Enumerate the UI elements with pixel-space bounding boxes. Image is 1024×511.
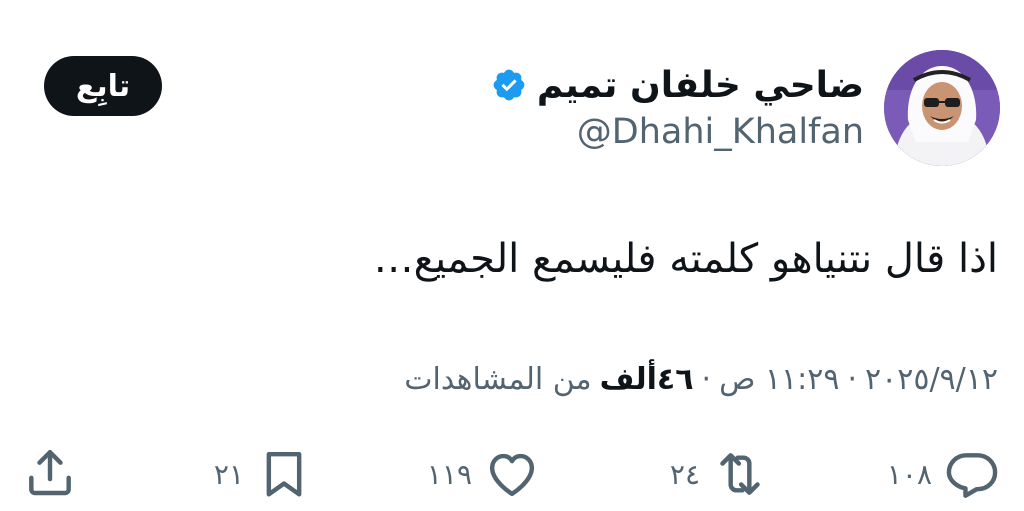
retweet-count: ٢٤ — [669, 457, 700, 491]
tweet-text: اذا قال نتنياهو كلمته فليسمع الجميع… — [373, 236, 998, 282]
tweet-card: ضاحي خلفان تميم @Dhahi_Khalfan تابِع اذا… — [0, 0, 1024, 511]
meta-separator: · — [847, 362, 857, 397]
reply-button[interactable]: ١٠٨ — [887, 446, 1000, 502]
bookmark-button[interactable]: ٢١ — [214, 446, 312, 502]
share-button[interactable] — [22, 444, 78, 500]
tweet-time[interactable]: ١١:٢٩ ص — [719, 362, 839, 397]
views-label: من المشاهدات — [404, 362, 592, 397]
avatar-image — [884, 50, 1000, 166]
retweet-icon — [712, 446, 768, 502]
verified-badge-icon — [491, 67, 527, 103]
reply-icon — [944, 446, 1000, 502]
avatar[interactable] — [884, 50, 1000, 166]
author-handle[interactable]: @Dhahi_Khalfan — [577, 112, 864, 152]
like-button[interactable]: ١١٩ — [427, 446, 540, 502]
bookmark-count: ٢١ — [213, 457, 244, 491]
tweet-meta: ٢٠٢٥/٩/١٢ · ١١:٢٩ ص · ٤٦ألف من المشاهدات — [404, 362, 998, 397]
reply-count: ١٠٨ — [886, 457, 932, 491]
author-display-name[interactable]: ضاحي خلفان تميم — [537, 65, 864, 106]
tweet-date[interactable]: ٢٠٢٥/٩/١٢ — [865, 362, 998, 397]
follow-button[interactable]: تابِع — [44, 56, 162, 116]
bookmark-icon — [256, 446, 312, 502]
views-count: ٤٦ألف — [599, 362, 694, 397]
like-count: ١١٩ — [426, 457, 472, 491]
author-name-row[interactable]: ضاحي خلفان تميم — [491, 60, 864, 110]
heart-icon — [484, 446, 540, 502]
share-icon — [22, 444, 78, 500]
retweet-button[interactable]: ٢٤ — [670, 446, 768, 502]
meta-separator: · — [701, 362, 712, 397]
